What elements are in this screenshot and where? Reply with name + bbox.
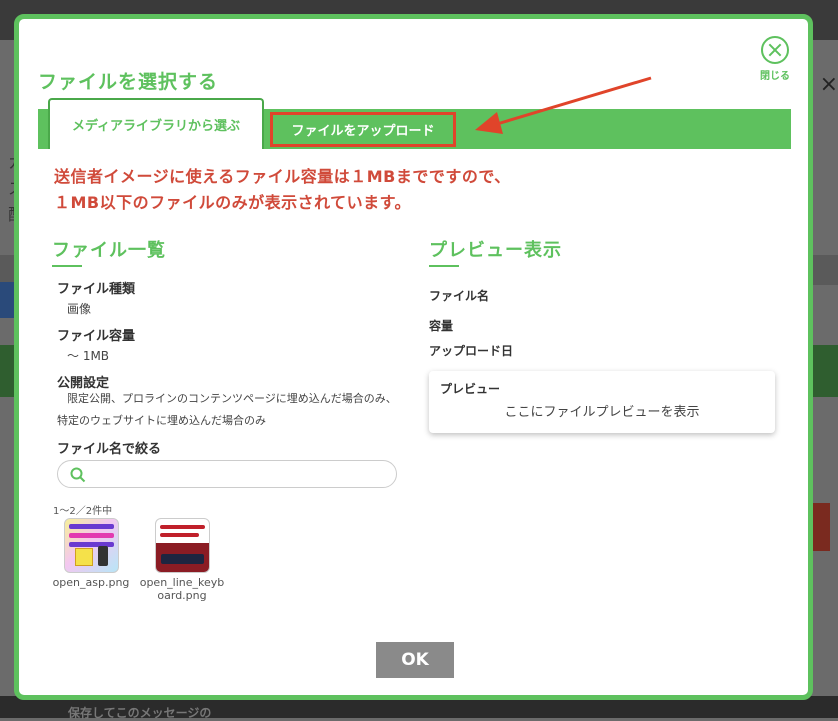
file-name: open_asp.png: [52, 576, 130, 589]
file-type-label: ファイル種類: [57, 282, 136, 297]
file-thumbnail: [63, 518, 119, 573]
search-icon: [70, 467, 86, 483]
close-button[interactable]: 閉じる: [753, 36, 797, 82]
filter-label: ファイル名で絞る: [57, 442, 162, 457]
background-footer-text: 保存してこのメッセージの: [68, 706, 212, 720]
file-item-open-asp[interactable]: open_asp.png: [46, 518, 136, 589]
file-list-underline: [52, 265, 82, 267]
background-close-icon: ×: [819, 72, 838, 97]
close-label: 閉じる: [760, 71, 790, 82]
file-size-value: ～ 1MB: [67, 349, 110, 363]
search-box: [57, 460, 397, 488]
file-size-label: ファイル容量: [57, 329, 136, 344]
background-blue-tab: [0, 282, 14, 318]
modal-title: ファイルを選択する: [38, 71, 219, 93]
preview-card-title: プレビュー: [440, 382, 501, 396]
file-item-open-line-keyboard[interactable]: open_line_keyboard.png: [137, 518, 227, 602]
search-input[interactable]: [92, 464, 386, 486]
result-count: 1〜2／2件中: [53, 506, 113, 517]
file-list-title: ファイル一覧: [52, 240, 166, 261]
file-name: open_line_keyboard.png: [139, 576, 225, 602]
ok-button[interactable]: OK: [376, 642, 454, 678]
preview-underline: [429, 265, 459, 267]
preview-title: プレビュー表示: [429, 240, 562, 261]
preview-card-text: ここにファイルプレビューを表示: [504, 405, 700, 420]
preview-filename-label: ファイル名: [429, 289, 490, 303]
annotation-arrow-icon: [475, 76, 652, 134]
file-size-warning: 送信者イメージに使えるファイル容量は１MBまでですので、 １MB以下のファイルの…: [54, 167, 511, 212]
preview-size-label: 容量: [429, 319, 454, 333]
file-select-modal: ファイルを選択する 閉じる メディアライブラリから選ぶ ファイルをアップロード …: [14, 14, 813, 700]
preview-card: プレビュー ここにファイルプレビューを表示: [429, 371, 775, 433]
file-thumbnail: [154, 518, 210, 573]
visibility-value: 限定公開、プロラインのコンテンツページに埋め込んだ場合のみ、特定のウェブサイトに…: [57, 392, 397, 427]
tab-media-library[interactable]: メディアライブラリから選ぶ: [48, 98, 264, 149]
preview-upload-date-label: アップロード日: [429, 344, 514, 358]
file-type-value: 画像: [67, 302, 92, 316]
close-icon: [761, 36, 789, 64]
tab-upload-file[interactable]: ファイルをアップロード: [270, 112, 456, 147]
